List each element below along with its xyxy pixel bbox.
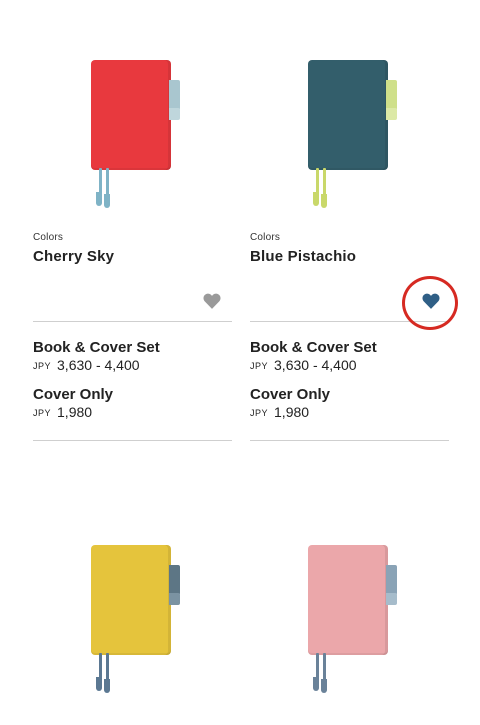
product-name[interactable]: Cherry Sky [33,248,114,265]
colors-label: Colors [33,232,64,243]
colors-label: Colors [250,232,281,243]
option-title[interactable]: Book & Cover Set [33,339,160,356]
price-value: 1,980 [57,404,93,420]
currency-label: JPY [33,408,52,418]
favorite-button[interactable] [201,290,223,312]
price-value: 1,980 [274,404,310,420]
product-card[interactable]: Colors Cherry Sky Book & Cover Set JPY 3,… [33,0,233,441]
product-name[interactable]: Blue Pistachio [250,248,356,265]
product-card[interactable] [33,500,233,715]
product-image[interactable] [250,0,450,215]
product-image[interactable] [250,500,450,715]
currency-label: JPY [250,408,269,418]
product-card[interactable]: Colors Blue Pistachio Book & Cover Set J… [250,0,450,441]
currency-label: JPY [33,361,52,371]
option-price: JPY 1,980 [33,404,92,420]
option-title[interactable]: Book & Cover Set [250,339,377,356]
product-image[interactable] [33,500,233,715]
heart-icon [203,293,221,309]
option-price: JPY 3,630 - 4,400 [33,357,140,373]
highlight-circle [402,276,458,330]
divider [33,321,232,322]
divider [33,440,232,441]
currency-label: JPY [250,361,269,371]
option-price: JPY 3,630 - 4,400 [250,357,357,373]
price-value: 3,630 - 4,400 [274,357,357,373]
divider [250,440,449,441]
option-title[interactable]: Cover Only [33,386,113,403]
option-title[interactable]: Cover Only [250,386,330,403]
product-card[interactable] [250,500,450,715]
option-price: JPY 1,980 [250,404,309,420]
price-value: 3,630 - 4,400 [57,357,140,373]
product-image[interactable] [33,0,233,215]
